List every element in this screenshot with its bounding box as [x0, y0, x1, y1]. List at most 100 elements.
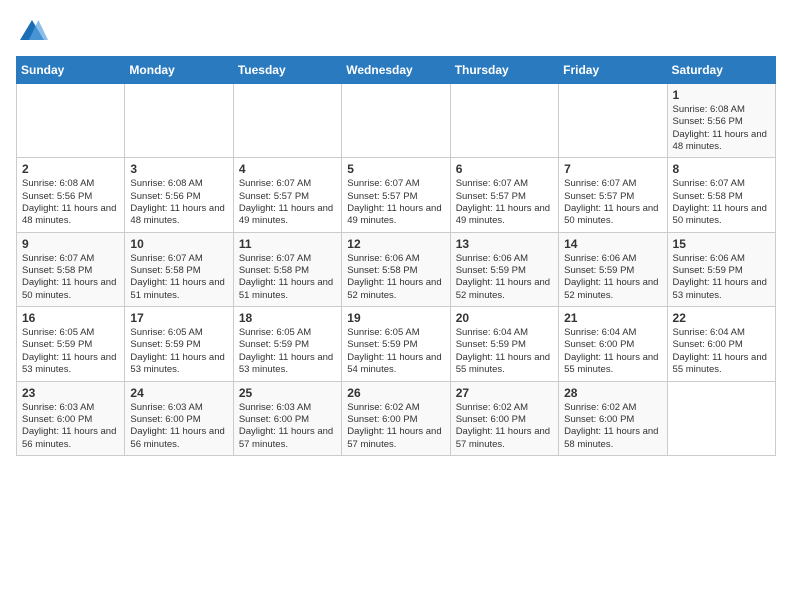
- day-info: Sunrise: 6:07 AM Sunset: 5:58 PM Dayligh…: [673, 178, 770, 227]
- day-info: Sunrise: 6:03 AM Sunset: 6:00 PM Dayligh…: [239, 402, 336, 451]
- calendar-cell: 16Sunrise: 6:05 AM Sunset: 5:59 PM Dayli…: [17, 307, 125, 381]
- calendar-week-row: 16 Sunrise: 6:05 AM Sunset: 5:59 PM Dayli…: [17, 307, 776, 381]
- day-number: 4: [239, 162, 336, 176]
- day-number: 16: [22, 311, 119, 325]
- calendar-week-row: 9 Sunrise: 6:07 AM Sunset: 5:58 PM Daylig…: [17, 232, 776, 306]
- calendar-cell: [667, 381, 775, 455]
- calendar-header-wednesday: Wednesday: [342, 57, 450, 84]
- calendar-cell: [125, 84, 233, 158]
- day-info: Sunrise: 6:03 AM Sunset: 6:00 PM Dayligh…: [130, 402, 227, 451]
- day-info: Sunrise: 6:04 AM Sunset: 6:00 PM Dayligh…: [673, 327, 770, 376]
- day-info: Sunrise: 6:06 AM Sunset: 5:59 PM Dayligh…: [564, 253, 661, 302]
- calendar-cell: 23 Sunrise: 6:03 AM Sunset: 6:00 PM Dayli…: [17, 381, 125, 455]
- day-number: 13: [456, 237, 553, 251]
- calendar-cell: 15 Sunrise: 6:06 AM Sunset: 5:59 PM Dayli…: [667, 232, 775, 306]
- day-number: 26: [347, 386, 444, 400]
- calendar-cell: 6 Sunrise: 6:07 AM Sunset: 5:57 PM Daylig…: [450, 158, 558, 232]
- calendar-cell: 25Sunrise: 6:03 AM Sunset: 6:00 PM Dayli…: [233, 381, 341, 455]
- day-info: Sunrise: 6:02 AM Sunset: 6:00 PM Dayligh…: [347, 402, 444, 451]
- day-number: 22: [673, 311, 770, 325]
- calendar-cell: 26 Sunrise: 6:02 AM Sunset: 6:00 PM Dayli…: [342, 381, 450, 455]
- page-header: [16, 16, 776, 48]
- calendar-cell: 11 Sunrise: 6:07 AM Sunset: 5:58 PM Dayli…: [233, 232, 341, 306]
- calendar-header-monday: Monday: [125, 57, 233, 84]
- day-number: 24: [130, 386, 227, 400]
- day-info: Sunrise: 6:07 AM Sunset: 5:58 PM Dayligh…: [239, 253, 336, 302]
- calendar-cell: 21 Sunrise: 6:04 AM Sunset: 6:00 PM Dayli…: [559, 307, 667, 381]
- day-info: Sunrise: 6:06 AM Sunset: 5:58 PM Dayligh…: [347, 253, 444, 302]
- day-info: Sunrise: 6:07 AM Sunset: 5:57 PM Dayligh…: [239, 178, 336, 227]
- calendar-cell: 8Sunrise: 6:07 AM Sunset: 5:58 PM Daylig…: [667, 158, 775, 232]
- day-info: Sunrise: 6:04 AM Sunset: 6:00 PM Dayligh…: [564, 327, 661, 376]
- calendar-cell: 7 Sunrise: 6:07 AM Sunset: 5:57 PM Daylig…: [559, 158, 667, 232]
- calendar-cell: [233, 84, 341, 158]
- calendar-header-friday: Friday: [559, 57, 667, 84]
- calendar-cell: 14 Sunrise: 6:06 AM Sunset: 5:59 PM Dayli…: [559, 232, 667, 306]
- day-info: Sunrise: 6:07 AM Sunset: 5:57 PM Dayligh…: [564, 178, 661, 227]
- calendar-header-row: SundayMondayTuesdayWednesdayThursdayFrid…: [17, 57, 776, 84]
- day-number: 5: [347, 162, 444, 176]
- day-info: Sunrise: 6:07 AM Sunset: 5:57 PM Dayligh…: [347, 178, 444, 227]
- day-info: Sunrise: 6:05 AM Sunset: 5:59 PM Dayligh…: [347, 327, 444, 376]
- day-info: Sunrise: 6:07 AM Sunset: 5:57 PM Dayligh…: [456, 178, 553, 227]
- calendar-header-thursday: Thursday: [450, 57, 558, 84]
- day-info: Sunrise: 6:05 AM Sunset: 5:59 PM Dayligh…: [130, 327, 227, 376]
- day-number: 17: [130, 311, 227, 325]
- day-number: 1: [673, 88, 770, 102]
- calendar-cell: 27 Sunrise: 6:02 AM Sunset: 6:00 PM Dayli…: [450, 381, 558, 455]
- calendar-cell: [450, 84, 558, 158]
- day-info: Sunrise: 6:06 AM Sunset: 5:59 PM Dayligh…: [456, 253, 553, 302]
- calendar-table: SundayMondayTuesdayWednesdayThursdayFrid…: [16, 56, 776, 456]
- day-number: 7: [564, 162, 661, 176]
- calendar-cell: 2 Sunrise: 6:08 AM Sunset: 5:56 PM Daylig…: [17, 158, 125, 232]
- day-number: 18: [239, 311, 336, 325]
- day-info: Sunrise: 6:07 AM Sunset: 5:58 PM Dayligh…: [130, 253, 227, 302]
- day-number: 23: [22, 386, 119, 400]
- calendar-cell: 10 Sunrise: 6:07 AM Sunset: 5:58 PM Dayli…: [125, 232, 233, 306]
- calendar-cell: 1 Sunrise: 6:08 AM Sunset: 5:56 PM Daylig…: [667, 84, 775, 158]
- calendar-cell: [559, 84, 667, 158]
- day-info: Sunrise: 6:08 AM Sunset: 5:56 PM Dayligh…: [673, 104, 770, 153]
- calendar-cell: 3Sunrise: 6:08 AM Sunset: 5:56 PM Daylig…: [125, 158, 233, 232]
- calendar-cell: [17, 84, 125, 158]
- day-number: 14: [564, 237, 661, 251]
- calendar-week-row: 1 Sunrise: 6:08 AM Sunset: 5:56 PM Daylig…: [17, 84, 776, 158]
- day-number: 12: [347, 237, 444, 251]
- day-info: Sunrise: 6:08 AM Sunset: 5:56 PM Dayligh…: [130, 178, 227, 227]
- day-number: 2: [22, 162, 119, 176]
- day-number: 10: [130, 237, 227, 251]
- day-number: 11: [239, 237, 336, 251]
- calendar-cell: 18 Sunrise: 6:05 AM Sunset: 5:59 PM Dayli…: [233, 307, 341, 381]
- calendar-cell: [342, 84, 450, 158]
- calendar-header-tuesday: Tuesday: [233, 57, 341, 84]
- day-number: 28: [564, 386, 661, 400]
- day-number: 19: [347, 311, 444, 325]
- logo: [16, 16, 52, 48]
- calendar-cell: 12 Sunrise: 6:06 AM Sunset: 5:58 PM Dayli…: [342, 232, 450, 306]
- calendar-week-row: 23 Sunrise: 6:03 AM Sunset: 6:00 PM Dayli…: [17, 381, 776, 455]
- day-number: 21: [564, 311, 661, 325]
- calendar-header-saturday: Saturday: [667, 57, 775, 84]
- day-number: 20: [456, 311, 553, 325]
- day-info: Sunrise: 6:05 AM Sunset: 5:59 PM Dayligh…: [239, 327, 336, 376]
- day-info: Sunrise: 6:08 AM Sunset: 5:56 PM Dayligh…: [22, 178, 119, 227]
- day-info: Sunrise: 6:07 AM Sunset: 5:58 PM Dayligh…: [22, 253, 119, 302]
- calendar-cell: 24 Sunrise: 6:03 AM Sunset: 6:00 PM Dayli…: [125, 381, 233, 455]
- day-number: 15: [673, 237, 770, 251]
- calendar-header-sunday: Sunday: [17, 57, 125, 84]
- day-number: 6: [456, 162, 553, 176]
- calendar-cell: 19 Sunrise: 6:05 AM Sunset: 5:59 PM Dayli…: [342, 307, 450, 381]
- day-info: Sunrise: 6:06 AM Sunset: 5:59 PM Dayligh…: [673, 253, 770, 302]
- calendar-cell: 9 Sunrise: 6:07 AM Sunset: 5:58 PM Daylig…: [17, 232, 125, 306]
- calendar-cell: 17 Sunrise: 6:05 AM Sunset: 5:59 PM Dayli…: [125, 307, 233, 381]
- calendar-week-row: 2 Sunrise: 6:08 AM Sunset: 5:56 PM Daylig…: [17, 158, 776, 232]
- calendar-cell: 22 Sunrise: 6:04 AM Sunset: 6:00 PM Dayli…: [667, 307, 775, 381]
- calendar-cell: 4 Sunrise: 6:07 AM Sunset: 5:57 PM Daylig…: [233, 158, 341, 232]
- day-info: Sunrise: 6:03 AM Sunset: 6:00 PM Dayligh…: [22, 402, 119, 451]
- calendar-cell: 20Sunrise: 6:04 AM Sunset: 5:59 PM Dayli…: [450, 307, 558, 381]
- day-number: 9: [22, 237, 119, 251]
- day-info: Sunrise: 6:02 AM Sunset: 6:00 PM Dayligh…: [564, 402, 661, 451]
- calendar-cell: 13 Sunrise: 6:06 AM Sunset: 5:59 PM Dayli…: [450, 232, 558, 306]
- day-number: 27: [456, 386, 553, 400]
- day-info: Sunrise: 6:02 AM Sunset: 6:00 PM Dayligh…: [456, 402, 553, 451]
